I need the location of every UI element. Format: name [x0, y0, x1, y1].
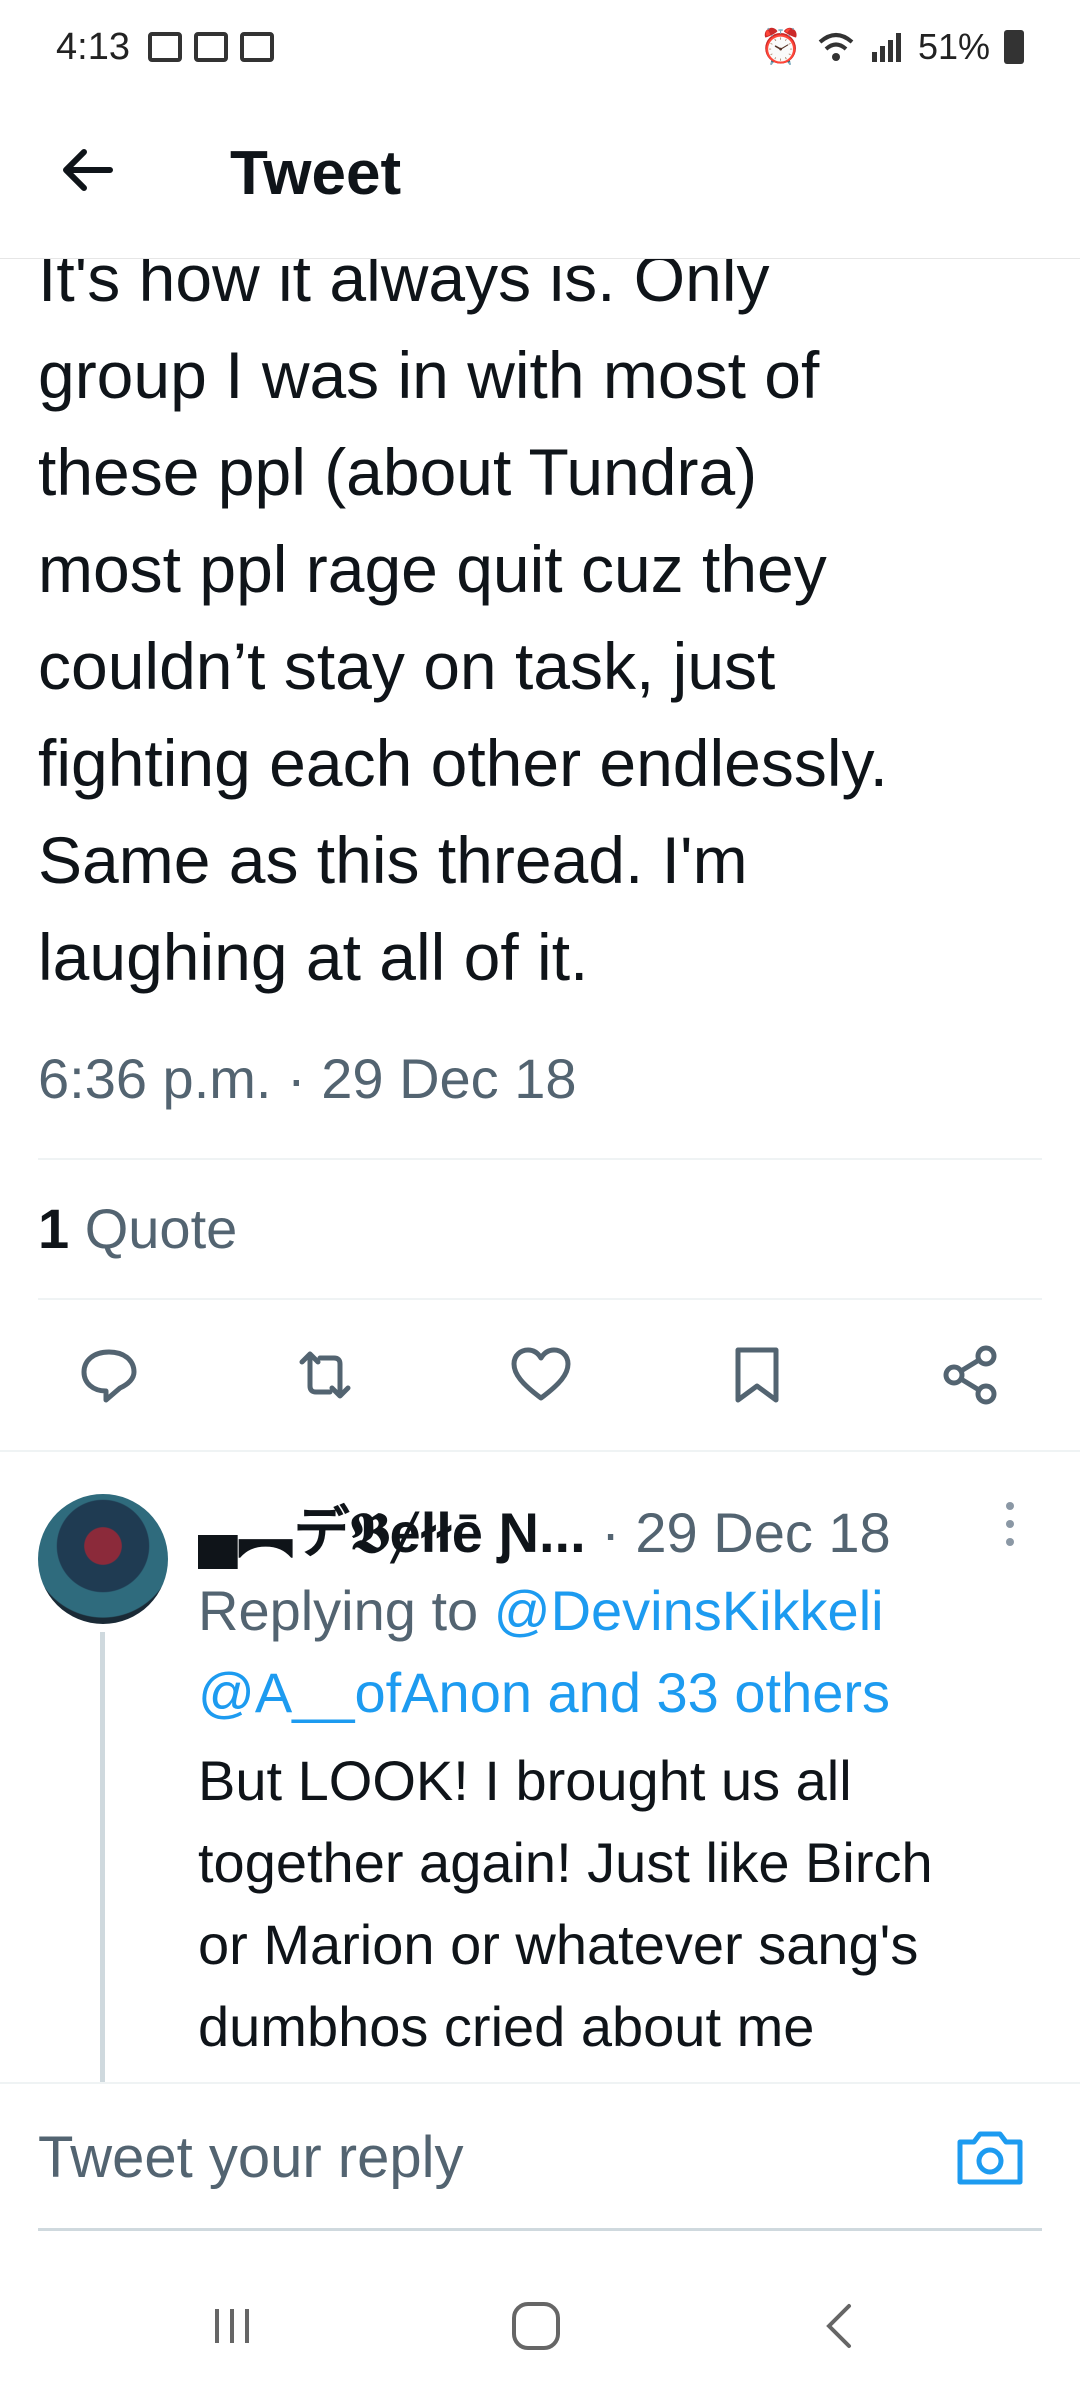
tweet-text: It's how it always is. Only group I was …	[38, 259, 888, 994]
reply-header: ▄︻デ𝕭ɇłłē Ɲ... · 29 Dec 18	[198, 1488, 891, 1569]
reply-input[interactable]: Tweet your reply	[38, 2124, 464, 2191]
reply-date: · 29 Dec 18	[585, 1501, 891, 1564]
divider	[38, 1158, 1042, 1160]
tweet-timestamp[interactable]: 6:36 p.m. · 29 Dec 18	[38, 1046, 577, 1111]
divider	[38, 1298, 1042, 1300]
like-button[interactable]	[496, 1330, 586, 1420]
share-icon	[943, 1345, 997, 1405]
divider	[0, 1450, 1080, 1452]
status-time: 4:13	[56, 26, 130, 68]
home-icon	[512, 2302, 560, 2350]
calendar-icon	[194, 32, 228, 62]
recent-apps-button[interactable]	[192, 2286, 272, 2366]
status-bar: 4:13 ⏰ 51%	[0, 0, 1080, 100]
replying-to: Replying to @DevinsKikkeli @A__ofAnon an…	[198, 1570, 1058, 1734]
quote-count-number: 1	[38, 1197, 70, 1260]
tweet-actions	[0, 1330, 1080, 1420]
reply-icon	[81, 1349, 137, 1403]
camera-icon[interactable]	[954, 2126, 1026, 2188]
bookmark-icon	[735, 1347, 779, 1403]
quote-count[interactable]: 1 Quote	[38, 1196, 237, 1261]
back-nav-button[interactable]	[800, 2286, 880, 2366]
top-app-bar: Tweet	[0, 100, 1080, 259]
share-button[interactable]	[926, 1330, 1016, 1420]
replying-to-prefix: Replying to	[198, 1579, 494, 1642]
image-icon	[148, 32, 182, 62]
mention-link[interactable]: @DevinsKikkeli	[494, 1579, 884, 1642]
alarm-icon: ⏰	[759, 28, 802, 66]
tweet-text-viewport: It's how it always is. Only group I was …	[0, 259, 1080, 1089]
bookmark-button[interactable]	[712, 1330, 802, 1420]
reply-button[interactable]	[64, 1330, 154, 1420]
home-button[interactable]	[496, 2286, 576, 2366]
arrow-left-icon[interactable]	[56, 138, 120, 202]
voicemail-icon	[240, 32, 274, 62]
reply-text: But LOOK! I brought us all together agai…	[198, 1749, 933, 2058]
battery-icon	[1004, 30, 1024, 64]
mention-link-others[interactable]: @A__ofAnon and 33 others	[198, 1661, 890, 1724]
chevron-left-icon	[826, 2304, 851, 2348]
wifi-icon	[818, 33, 854, 61]
signal-icon	[871, 33, 901, 62]
like-icon	[511, 1347, 571, 1401]
retweet-button[interactable]	[280, 1330, 370, 1420]
page-title: Tweet	[230, 139, 402, 208]
composer-underline	[38, 2228, 1042, 2231]
more-options-icon[interactable]	[1004, 1500, 1016, 1548]
battery-percent: 51%	[917, 26, 990, 67]
recent-apps-icon	[215, 2309, 249, 2343]
quote-count-label: Quote	[84, 1197, 238, 1260]
retweet-icon	[299, 1351, 351, 1399]
avatar[interactable]	[38, 1494, 168, 1624]
thread-line	[100, 1632, 105, 2082]
reply-author-name[interactable]: ▄︻デ𝕭ɇłłē Ɲ...	[198, 1501, 586, 1564]
